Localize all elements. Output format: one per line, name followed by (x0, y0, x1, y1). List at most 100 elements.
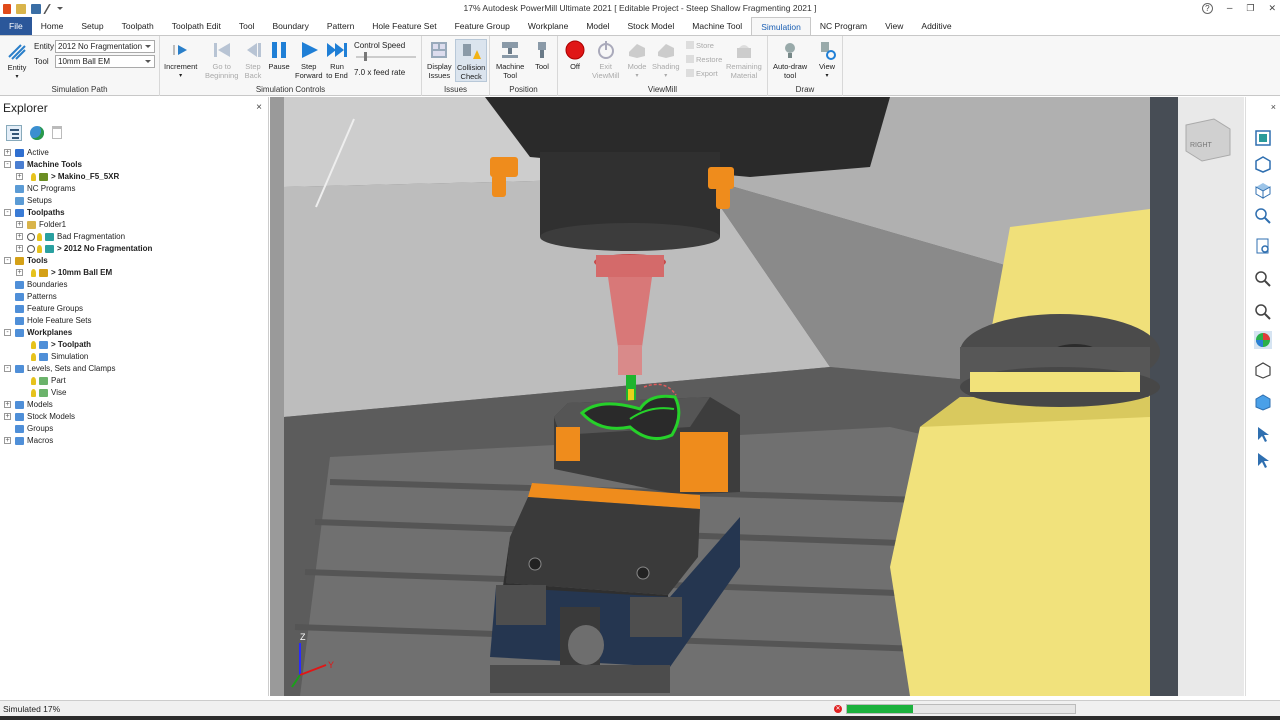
tab-machine-tool[interactable]: Machine Tool (683, 17, 751, 35)
minimize-button[interactable]: – (1227, 3, 1233, 14)
tab-home[interactable]: Home (32, 17, 73, 35)
check-icon[interactable] (27, 233, 35, 241)
increment-button[interactable]: Increment ▾ (164, 39, 197, 80)
collision-check-button[interactable]: Collision Check (455, 39, 488, 82)
tree-expander-icon[interactable]: + (16, 269, 23, 276)
display-issues-button[interactable]: Display Issues (427, 39, 452, 80)
tree-item-toolpaths[interactable]: - Toolpaths (0, 207, 269, 219)
tab-pattern[interactable]: Pattern (318, 17, 363, 35)
tree-expander-icon[interactable]: + (16, 233, 23, 240)
close-button[interactable]: ✕ (1268, 3, 1276, 14)
tool-select[interactable]: 10mm Ball EM (55, 55, 155, 68)
machine-tool-position-button[interactable]: Machine Tool (496, 39, 524, 80)
tab-view[interactable]: View (876, 17, 912, 35)
tree-item-toolpath[interactable]: > Toolpath (0, 339, 269, 351)
bulb-icon[interactable] (37, 233, 42, 241)
tree-expander-icon[interactable]: + (16, 221, 23, 228)
draw-view-button[interactable]: View ▾ (816, 39, 838, 80)
explorer-close-button[interactable]: × (256, 102, 262, 113)
bulb-icon[interactable] (31, 173, 36, 181)
speed-slider[interactable] (356, 52, 416, 61)
tree-expander-icon[interactable]: + (4, 437, 11, 444)
tree-expander-icon[interactable]: + (16, 173, 23, 180)
run-to-end-button[interactable]: Run to End (326, 39, 348, 80)
tree-item-levels-sets-and-clamps[interactable]: - Levels, Sets and Clamps (0, 363, 269, 375)
tree-expander-icon[interactable]: - (4, 365, 11, 372)
go-to-beginning-button[interactable]: Go to Beginning (205, 39, 238, 80)
tool-position-button[interactable]: Tool (531, 39, 553, 72)
tab-setup[interactable]: Setup (72, 17, 112, 35)
export-button[interactable]: Export (686, 69, 718, 78)
mode-button[interactable]: Mode ▾ (626, 39, 648, 80)
auto-draw-tool-button[interactable]: Auto-draw tool (773, 39, 807, 80)
zoom-refresh-icon[interactable] (1254, 207, 1272, 225)
tree-item-simulation[interactable]: Simulation (0, 351, 269, 363)
tree-expander-icon[interactable]: + (4, 401, 11, 408)
tree-item-2012-no-fragmentation[interactable]: + > 2012 No Fragmentation (0, 243, 269, 255)
remaining-material-button[interactable]: Remaining Material (726, 39, 762, 80)
shading-button[interactable]: Shading ▾ (652, 39, 680, 80)
tree-item-setups[interactable]: Setups (0, 195, 269, 207)
rightbar-close-button[interactable]: × (1271, 102, 1276, 112)
bulb-icon[interactable] (37, 245, 42, 253)
tree-item-hole-feature-sets[interactable]: Hole Feature Sets (0, 315, 269, 327)
tree-expander-icon[interactable]: + (16, 245, 23, 252)
select-arrow-icon[interactable] (1254, 425, 1272, 443)
tree-view-icon[interactable] (6, 125, 22, 141)
tab-model[interactable]: Model (577, 17, 618, 35)
tab-workplane[interactable]: Workplane (519, 17, 577, 35)
shading-sphere-icon[interactable] (1254, 331, 1272, 349)
step-back-button[interactable]: Step Back (242, 39, 264, 80)
tree-item-part[interactable]: Part (0, 375, 269, 387)
tab-toolpath[interactable]: Toolpath (113, 17, 163, 35)
zoom-box-icon[interactable] (1254, 269, 1272, 287)
tree-item-boundaries[interactable]: Boundaries (0, 279, 269, 291)
tab-toolpath-edit[interactable]: Toolpath Edit (163, 17, 230, 35)
speed-slider-thumb[interactable] (364, 52, 367, 61)
tree-item-nc-programs[interactable]: NC Programs (0, 183, 269, 195)
view-iso-icon[interactable] (1254, 155, 1272, 173)
tree-expander-icon[interactable]: + (4, 413, 11, 420)
tab-nc-program[interactable]: NC Program (811, 17, 876, 35)
tree-item-10mm-ball-em[interactable]: + > 10mm Ball EM (0, 267, 269, 279)
tree-expander-icon[interactable]: - (4, 209, 11, 216)
tree-expander-icon[interactable]: + (4, 149, 11, 156)
undo-select-icon[interactable] (1254, 451, 1272, 469)
entity-select[interactable]: 2012 No Fragmentation (55, 40, 155, 53)
tree-item-bad-fragmentation[interactable]: + Bad Fragmentation (0, 231, 269, 243)
tree-item-models[interactable]: + Models (0, 399, 269, 411)
zoom-icon[interactable] (1254, 302, 1272, 320)
bulb-icon[interactable] (31, 353, 36, 361)
entity-button[interactable]: Entity ▾ (6, 40, 28, 81)
viewcube[interactable]: RIGHT (1185, 118, 1231, 162)
tree-expander-icon[interactable]: - (4, 161, 11, 168)
check-icon[interactable] (27, 245, 35, 253)
tree-item-stock-models[interactable]: + Stock Models (0, 411, 269, 423)
tab-file[interactable]: File (0, 17, 32, 35)
tree-item-patterns[interactable]: Patterns (0, 291, 269, 303)
stop-simulation-icon[interactable]: ✕ (834, 705, 842, 713)
tree-expander-icon[interactable]: - (4, 329, 11, 336)
tree-item-tools[interactable]: - Tools (0, 255, 269, 267)
tree-expander-icon[interactable]: - (4, 257, 11, 264)
pause-button[interactable]: Pause (268, 39, 290, 72)
tree-item-macros[interactable]: + Macros (0, 435, 269, 447)
bulb-icon[interactable] (31, 269, 36, 277)
tab-stock-model[interactable]: Stock Model (618, 17, 683, 35)
tree-item-machine-tools[interactable]: - Machine Tools (0, 159, 269, 171)
store-button[interactable]: Store (686, 41, 714, 50)
tab-boundary[interactable]: Boundary (264, 17, 318, 35)
tree-item-workplanes[interactable]: - Workplanes (0, 327, 269, 339)
view-all-icon[interactable] (1254, 129, 1272, 147)
simulation-viewport[interactable]: Z Y RIGHT (270, 97, 1244, 696)
tree-item-groups[interactable]: Groups (0, 423, 269, 435)
delete-icon[interactable] (52, 126, 62, 139)
help-icon[interactable]: ? (1201, 3, 1213, 14)
tree-item-vise[interactable]: Vise (0, 387, 269, 399)
tab-additive[interactable]: Additive (912, 17, 960, 35)
tab-simulation[interactable]: Simulation (751, 17, 811, 35)
zoom-page-icon[interactable] (1254, 237, 1272, 255)
tree-item-folder1[interactable]: + Folder1 (0, 219, 269, 231)
bulb-icon[interactable] (31, 389, 36, 397)
tree-item-makino-f5-5xr[interactable]: + > Makino_F5_5XR (0, 171, 269, 183)
